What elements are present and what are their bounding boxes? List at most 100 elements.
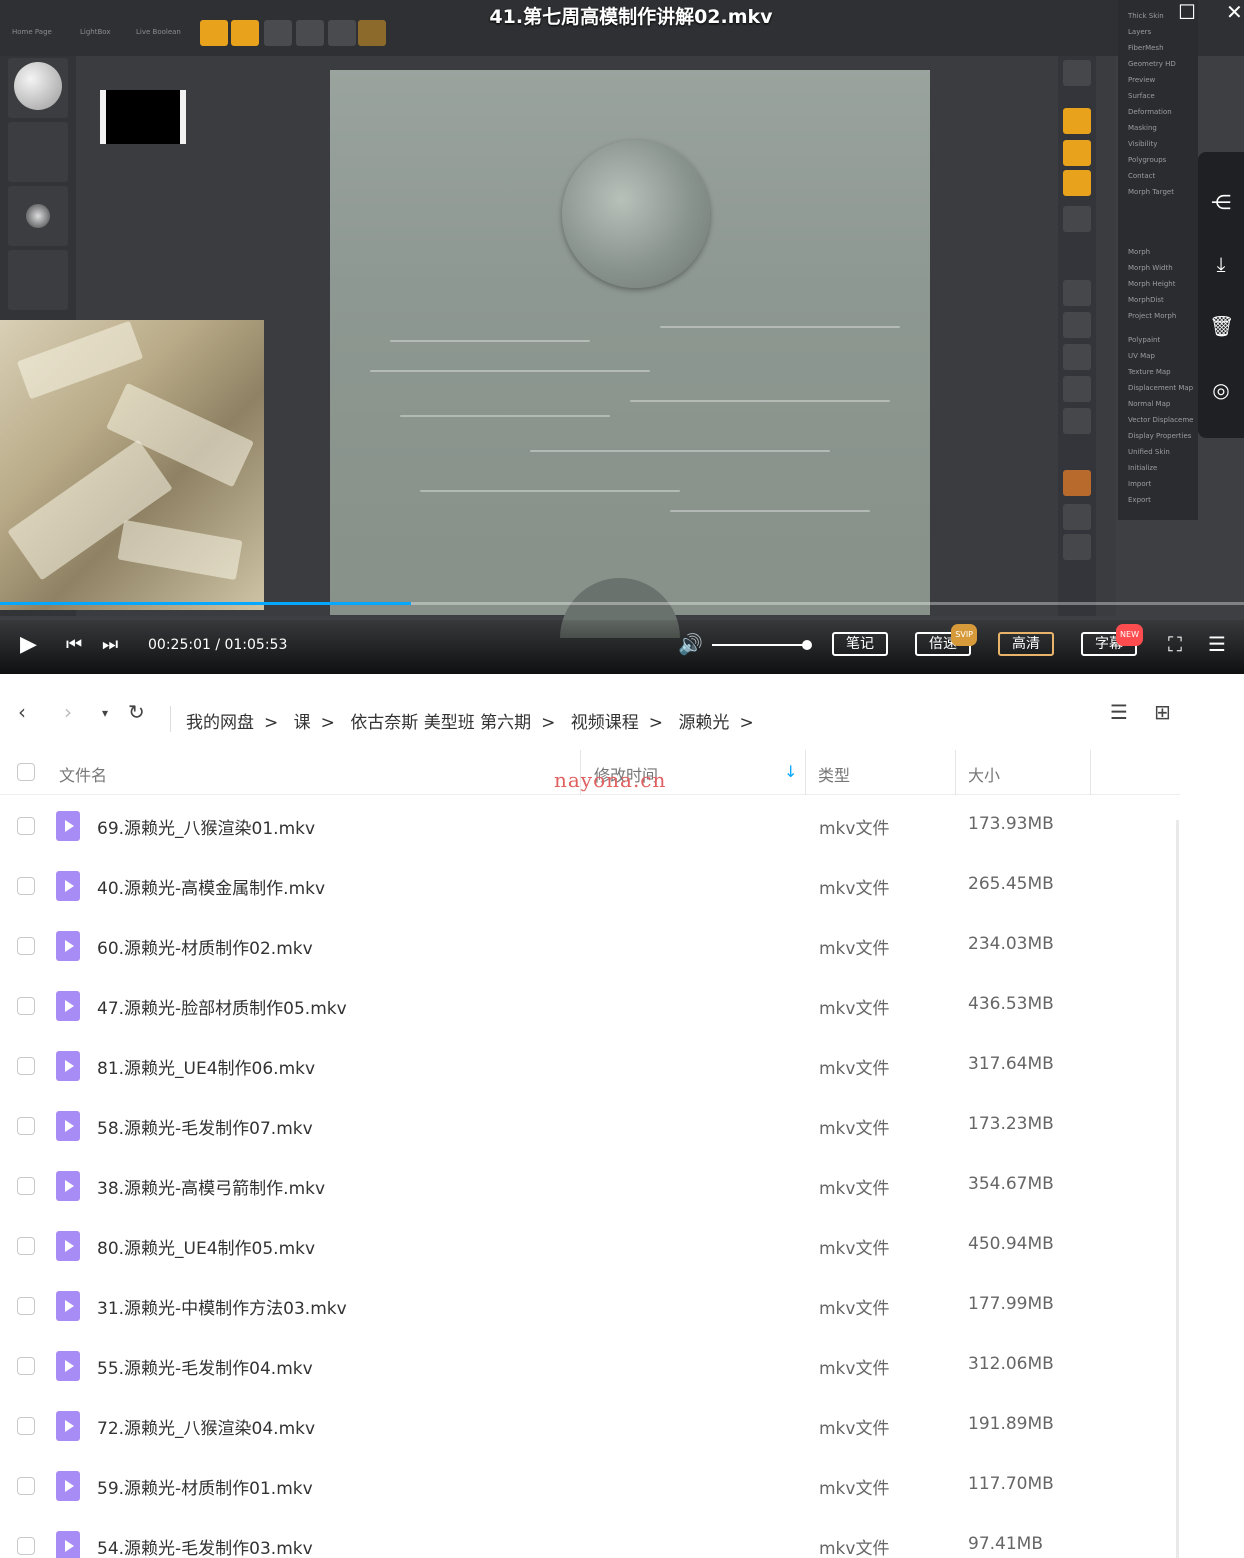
file-type: mkv文件 — [819, 1299, 890, 1319]
table-row[interactable]: 59.源赖光-材质制作01.mkv mkv文件 117.70MB — [0, 1456, 1176, 1516]
breadcrumb-item[interactable]: 依古奈斯 美型班 第六期 — [350, 713, 531, 733]
maximize-icon[interactable]: ☐ — [1178, 0, 1196, 24]
file-name[interactable]: 80.源赖光_UE4制作05.mkv — [97, 1234, 315, 1259]
sort-icon[interactable]: ☰ — [1110, 700, 1128, 724]
file-name[interactable]: 38.源赖光-高模弓箭制作.mkv — [97, 1174, 325, 1199]
texture-slot — [8, 250, 68, 310]
next-icon[interactable]: ⏭ — [102, 634, 118, 655]
zbrush-menu-home: Home Page — [12, 28, 52, 36]
palette-item: Project Morph — [1128, 312, 1177, 320]
table-row[interactable]: 69.源赖光_八猴渲染01.mkv mkv文件 173.93MB — [0, 796, 1176, 856]
svip-badge: SVIP — [951, 624, 977, 646]
file-type: mkv文件 — [819, 1539, 890, 1558]
file-name[interactable]: 47.源赖光-脸部材质制作05.mkv — [97, 994, 347, 1019]
volume-slider[interactable] — [712, 640, 812, 650]
file-name[interactable]: 72.源赖光_八猴渲染04.mkv — [97, 1414, 315, 1439]
playlist-icon[interactable]: ☰ — [1208, 632, 1226, 656]
row-checkbox[interactable] — [17, 1177, 35, 1195]
table-row[interactable]: 72.源赖光_八猴渲染04.mkv mkv文件 191.89MB — [0, 1396, 1176, 1456]
previous-icon[interactable]: ⏮ — [66, 634, 82, 655]
palette-item: Layers — [1128, 28, 1152, 36]
back-icon[interactable]: ‹ — [18, 700, 26, 724]
row-checkbox[interactable] — [17, 1057, 35, 1075]
speed-button[interactable]: 倍速 SVIP — [915, 624, 977, 656]
file-name[interactable]: 54.源赖光-毛发制作03.mkv — [97, 1534, 313, 1558]
palette-item: Normal Map — [1128, 400, 1171, 408]
volume-icon[interactable]: 🔊 — [678, 632, 703, 656]
quality-button[interactable]: 高清 — [998, 632, 1054, 656]
palette-item: Morph — [1128, 248, 1151, 256]
history-dropdown-icon[interactable]: ▾ — [102, 706, 108, 720]
forward-icon[interactable]: › — [64, 700, 72, 724]
column-name[interactable]: 文件名 — [59, 762, 107, 786]
table-row[interactable]: 31.源赖光-中模制作方法03.mkv mkv文件 177.99MB — [0, 1276, 1176, 1336]
alpha-swatch — [100, 90, 186, 144]
table-row[interactable]: 54.源赖光-毛发制作03.mkv mkv文件 97.41MB — [0, 1516, 1176, 1558]
table-row[interactable]: 38.源赖光-高模弓箭制作.mkv mkv文件 354.67MB — [0, 1156, 1176, 1216]
brush-slot — [8, 58, 68, 118]
table-row[interactable]: 58.源赖光-毛发制作07.mkv mkv文件 173.23MB — [0, 1096, 1176, 1156]
row-checkbox[interactable] — [17, 1297, 35, 1315]
video-player[interactable]: Home Page LightBox Live Boolean Thick Sk… — [0, 0, 1244, 674]
breadcrumb-item[interactable]: 源赖光 — [678, 713, 729, 733]
file-name[interactable]: 40.源赖光-高模金属制作.mkv — [97, 874, 325, 899]
row-checkbox[interactable] — [17, 817, 35, 835]
file-name[interactable]: 59.源赖光-材质制作01.mkv — [97, 1474, 313, 1499]
vertical-scrollbar[interactable] — [1176, 820, 1179, 1558]
sort-arrow-icon[interactable]: ↓ — [784, 762, 797, 781]
settings-icon[interactable]: ◎ — [1209, 378, 1233, 402]
palette-item: Surface — [1128, 92, 1155, 100]
volume-knob[interactable] — [802, 640, 812, 650]
table-row[interactable]: 81.源赖光_UE4制作06.mkv mkv文件 317.64MB — [0, 1036, 1176, 1096]
file-name[interactable]: 58.源赖光-毛发制作07.mkv — [97, 1114, 313, 1139]
table-row[interactable]: 60.源赖光-材质制作02.mkv mkv文件 234.03MB — [0, 916, 1176, 976]
download-icon[interactable]: ⤓ — [1209, 252, 1233, 276]
breadcrumb-item[interactable]: 课 — [294, 713, 311, 733]
file-name[interactable]: 81.源赖光_UE4制作06.mkv — [97, 1054, 315, 1079]
row-checkbox[interactable] — [17, 1237, 35, 1255]
column-type[interactable]: 类型 — [818, 762, 850, 786]
video-file-icon — [56, 1231, 80, 1261]
file-name[interactable]: 60.源赖光-材质制作02.mkv — [97, 934, 313, 959]
row-checkbox[interactable] — [17, 1117, 35, 1135]
breadcrumb-item[interactable]: 视频课程 — [571, 713, 639, 733]
close-icon[interactable]: ✕ — [1226, 0, 1243, 24]
notes-button[interactable]: 笔记 — [832, 632, 888, 656]
row-checkbox[interactable] — [17, 997, 35, 1015]
file-name[interactable]: 69.源赖光_八猴渲染01.mkv — [97, 814, 315, 839]
file-size: 312.06MB — [968, 1354, 1054, 1374]
table-row[interactable]: 80.源赖光_UE4制作05.mkv mkv文件 450.94MB — [0, 1216, 1176, 1276]
time-display: 00:25:01 / 01:05:53 — [148, 637, 288, 653]
row-checkbox[interactable] — [17, 1537, 35, 1555]
share-icon[interactable]: ⋲ — [1209, 190, 1233, 214]
refresh-icon[interactable]: ↻ — [128, 700, 145, 724]
select-all-checkbox[interactable] — [17, 763, 35, 781]
delete-icon[interactable]: 🗑 — [1209, 314, 1234, 338]
watermark: nayona.cn — [554, 768, 667, 792]
play-icon[interactable]: ▶ — [20, 632, 37, 657]
reference-photo — [0, 320, 264, 610]
file-type: mkv文件 — [819, 999, 890, 1019]
table-row[interactable]: 40.源赖光-高模金属制作.mkv mkv文件 265.45MB — [0, 856, 1176, 916]
table-row[interactable]: 55.源赖光-毛发制作04.mkv mkv文件 312.06MB — [0, 1336, 1176, 1396]
file-size: 234.03MB — [968, 934, 1054, 954]
file-name[interactable]: 55.源赖光-毛发制作04.mkv — [97, 1354, 313, 1379]
palette-item: Morph Target — [1128, 188, 1174, 196]
palette-item: Visibility — [1128, 140, 1158, 148]
row-checkbox[interactable] — [17, 1477, 35, 1495]
row-checkbox[interactable] — [17, 1417, 35, 1435]
row-checkbox[interactable] — [17, 877, 35, 895]
grid-view-icon[interactable]: ⊞ — [1154, 700, 1171, 724]
row-checkbox[interactable] — [17, 937, 35, 955]
palette-item: Morph Height — [1128, 280, 1176, 288]
row-checkbox[interactable] — [17, 1357, 35, 1375]
subtitle-button[interactable]: 字幕 NEW — [1081, 624, 1143, 656]
table-row[interactable]: 47.源赖光-脸部材质制作05.mkv mkv文件 436.53MB — [0, 976, 1176, 1036]
file-name[interactable]: 31.源赖光-中模制作方法03.mkv — [97, 1294, 347, 1319]
video-file-icon — [56, 1351, 80, 1381]
column-size[interactable]: 大小 — [968, 762, 1000, 786]
video-file-icon — [56, 1471, 80, 1501]
progress-bar[interactable] — [0, 602, 1244, 605]
fullscreen-icon[interactable]: ⛶ — [1168, 632, 1182, 656]
breadcrumb-item[interactable]: 我的网盘 — [186, 713, 254, 733]
